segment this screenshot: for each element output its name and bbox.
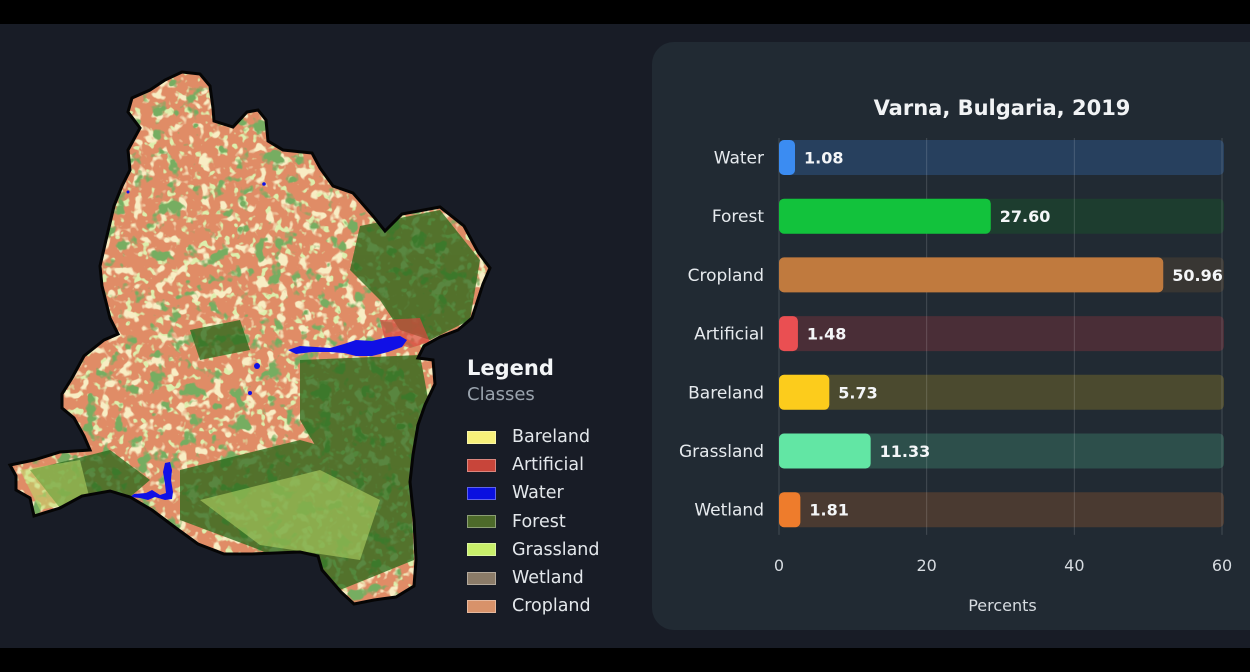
bar-bareland: [779, 374, 830, 410]
legend-item-artificial: Artificial: [467, 451, 600, 479]
pond: [126, 190, 130, 194]
legend-label: Forest: [512, 511, 566, 532]
x-tick-label: 60: [1212, 556, 1232, 575]
x-tick-label: 20: [916, 556, 936, 575]
value-label: 11.33: [880, 442, 931, 461]
legend-label: Artificial: [512, 455, 584, 476]
category-label: Grassland: [679, 442, 764, 462]
category-label: Wetland: [694, 501, 764, 521]
legend-label: Cropland: [512, 596, 591, 617]
bar-chart: Water 1.08 Forest 27.60 Cropland 50.96 Artific…: [679, 138, 1232, 615]
category-label: Water: [714, 149, 764, 169]
legend-list: Bareland Artificial Water Forest Grassland We…: [467, 423, 600, 620]
x-tick-label: 40: [1064, 556, 1084, 575]
bar-wetland: [779, 492, 801, 528]
legend-item-grassland: Grassland: [467, 536, 600, 564]
legend-swatch: [467, 599, 496, 613]
bar-water: [779, 140, 795, 175]
legend-swatch: [467, 458, 496, 472]
bar-artificial: [779, 316, 798, 352]
category-label: Forest: [712, 207, 765, 227]
legend-label: Grassland: [512, 539, 600, 560]
value-label: 1.48: [807, 325, 846, 344]
legend-label: Water: [512, 483, 564, 504]
legend-swatch: [467, 430, 496, 444]
value-label: 5.73: [838, 383, 877, 402]
legend-item-wetland: Wetland: [467, 564, 600, 592]
legend-item-water: Water: [467, 479, 600, 507]
value-label: 27.60: [1000, 207, 1051, 226]
pond: [248, 391, 252, 395]
value-label: 50.96: [1172, 266, 1223, 285]
legend-item-forest: Forest: [467, 508, 600, 536]
bar-forest: [779, 198, 991, 234]
stage: Legend Classes Bareland Artificial Water Fo…: [0, 24, 1250, 648]
legend-swatch: [467, 515, 496, 529]
value-label: 1.08: [804, 149, 843, 168]
legend-title: Legend: [467, 356, 554, 380]
legend-subtitle: Classes: [467, 384, 535, 405]
legend-label: Wetland: [512, 568, 584, 589]
chart-panel: Varna, Bulgaria, 2019 Water 1.08 Forest 27.…: [652, 42, 1250, 630]
bar-cropland: [779, 257, 1164, 293]
legend-item-bareland: Bareland: [467, 423, 600, 451]
legend-label: Bareland: [512, 427, 591, 448]
legend: Legend Classes Bareland Artificial Water Fo…: [467, 356, 600, 620]
legend-swatch: [467, 571, 496, 585]
legend-swatch: [467, 486, 496, 500]
legend-swatch: [467, 543, 496, 557]
x-tick-label: 0: [774, 556, 784, 575]
category-label: Cropland: [688, 266, 764, 286]
category-label: Bareland: [688, 383, 764, 403]
category-label: Artificial: [694, 325, 764, 345]
x-axis-label: Percents: [968, 596, 1037, 615]
bar-grassland: [779, 433, 871, 469]
bar-track-water: [779, 140, 1224, 175]
pond: [262, 182, 266, 186]
value-label: 1.81: [809, 501, 848, 520]
legend-item-cropland: Cropland: [467, 592, 600, 620]
pond: [254, 363, 260, 369]
